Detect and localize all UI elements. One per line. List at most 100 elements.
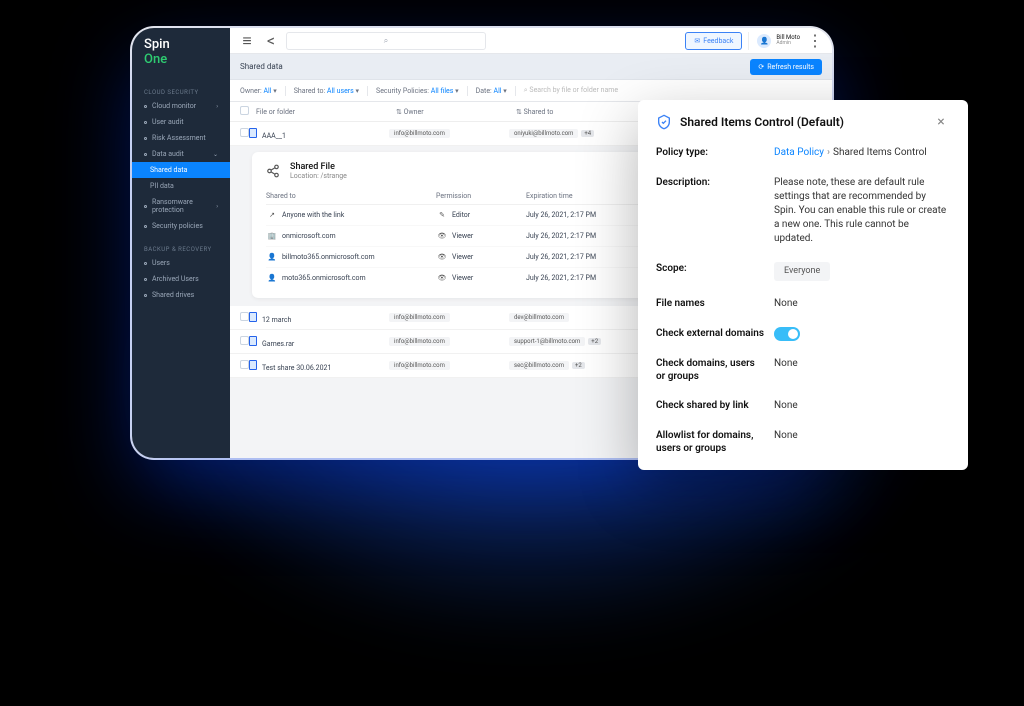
link-icon: ↗	[266, 211, 278, 219]
doc-icon	[249, 312, 257, 322]
shared-chip: support-1@billmoto.com	[509, 337, 585, 346]
sidebar-item-shared-data[interactable]: Shared data	[132, 162, 230, 178]
label-description: Description:	[656, 176, 764, 189]
sidebar-item-risk-assessment[interactable]: Risk Assessment	[132, 130, 230, 146]
chevron-right-icon: ›	[216, 203, 218, 210]
dot-icon	[144, 205, 147, 208]
value-check-shared-link: None	[774, 399, 950, 413]
label-allowlist: Allowlist for domains, users or groups	[656, 429, 764, 455]
dot-icon	[144, 262, 147, 265]
sidebar-item-security-policies[interactable]: Security policies	[132, 218, 230, 234]
share-icon[interactable]: <	[262, 32, 280, 50]
chevron-right-icon: ›	[216, 103, 218, 110]
value-file-names: None	[774, 297, 950, 311]
card-title: Shared File	[290, 162, 347, 172]
crumb-data-policy[interactable]: Data Policy	[774, 147, 824, 158]
breadcrumb: Data Policy›Shared Items Control	[774, 146, 950, 160]
sidebar: SpinOne CLOUD SECURITY Cloud monitor› Us…	[132, 28, 230, 458]
card-col-permission: Permission	[436, 192, 526, 200]
col-owner[interactable]: ⇅ Owner	[396, 108, 516, 116]
search-input[interactable]: ⌕	[286, 32, 486, 50]
count-badge: +2	[588, 338, 601, 345]
sidebar-item-users[interactable]: Users	[132, 255, 230, 271]
dot-icon	[144, 278, 147, 281]
filter-bar: Owner: All ▾ Shared to: All users ▾ Secu…	[230, 80, 832, 102]
sidebar-item-pii-data[interactable]: PII data	[132, 178, 230, 194]
owner-chip: info@billmoto.com	[389, 313, 450, 322]
count-badge: +2	[572, 362, 585, 369]
label-policy-type: Policy type:	[656, 146, 764, 159]
checkbox[interactable]	[240, 336, 249, 345]
dot-icon	[144, 225, 147, 228]
sidebar-item-cloud-monitor[interactable]: Cloud monitor›	[132, 98, 230, 114]
col-file[interactable]: File or folder	[256, 108, 396, 116]
more-icon[interactable]: ⋮	[806, 32, 824, 50]
eye-icon: 👁	[436, 253, 448, 261]
dot-icon	[144, 121, 147, 124]
label-check-shared-link: Check shared by link	[656, 399, 764, 412]
policy-panel: Shared Items Control (Default) × Policy …	[638, 100, 968, 470]
checkbox[interactable]	[240, 128, 249, 137]
sidebar-item-shared-drives[interactable]: Shared drives	[132, 287, 230, 303]
sidebar-item-data-audit[interactable]: Data audit⌄	[132, 146, 230, 162]
person-icon: 👤	[266, 274, 278, 282]
refresh-button[interactable]: ⟳Refresh results	[750, 59, 822, 75]
user-role: Admin	[776, 41, 800, 46]
shield-icon	[656, 114, 672, 130]
checkbox[interactable]	[240, 312, 249, 321]
eye-icon: 👁	[436, 232, 448, 240]
label-scope: Scope:	[656, 262, 764, 275]
filter-owner[interactable]: Owner: All ▾	[240, 87, 277, 95]
edit-icon: ✎	[436, 211, 448, 219]
page-title: Shared data	[240, 62, 283, 71]
sidebar-item-user-audit[interactable]: User audit	[132, 114, 230, 130]
shared-chip: sec@billmoto.com	[509, 361, 569, 370]
shared-chip: dev@billmoto.com	[509, 313, 569, 322]
page-header: Shared data ⟳Refresh results	[230, 54, 832, 80]
avatar: 👤	[757, 34, 771, 48]
sidebar-item-archived-users[interactable]: Archived Users	[132, 271, 230, 287]
value-check-domains: None	[774, 357, 950, 371]
panel-title: Shared Items Control (Default)	[680, 115, 924, 129]
owner-chip: info@billmoto.com	[389, 129, 450, 138]
checkbox[interactable]	[240, 360, 249, 369]
checkbox-all[interactable]	[240, 106, 249, 115]
search-icon: ⌕	[384, 36, 388, 46]
label-file-names: File names	[656, 297, 764, 310]
card-col-shared-to: Shared to	[266, 192, 436, 200]
filter-policies[interactable]: Security Policies: All files ▾	[376, 87, 459, 95]
menu-icon[interactable]: ≡	[238, 32, 256, 50]
domain-icon: 🏢	[266, 232, 278, 240]
card-location: Location: /strange	[290, 172, 347, 180]
toggle-check-external[interactable]	[774, 327, 800, 341]
refresh-icon: ⟳	[758, 63, 764, 71]
feedback-button[interactable]: ✉Feedback	[685, 32, 742, 50]
eye-icon: 👁	[436, 274, 448, 282]
label-check-domains: Check domains, users or groups	[656, 357, 764, 383]
share-icon	[266, 164, 280, 178]
dot-icon	[144, 137, 147, 140]
doc-icon	[249, 336, 257, 346]
sidebar-section-cloud-security: CLOUD SECURITY	[132, 85, 230, 98]
value-description: Please note, these are default rule sett…	[774, 176, 950, 246]
owner-chip: info@billmoto.com	[389, 361, 450, 370]
owner-chip: info@billmoto.com	[389, 337, 450, 346]
filter-date[interactable]: Date: All ▾	[476, 87, 507, 95]
shared-chip: oniyuki@billmoto.com	[509, 129, 578, 138]
filter-search[interactable]: ⌕ Search by file or folder name	[524, 86, 618, 95]
chevron-down-icon: ⌄	[213, 151, 218, 158]
dot-icon	[144, 294, 147, 297]
doc-icon	[249, 128, 257, 138]
dot-icon	[144, 105, 147, 108]
value-allowlist: None	[774, 429, 950, 443]
user-menu[interactable]: 👤 Bill Moto Admin	[748, 32, 800, 50]
filter-shared-to[interactable]: Shared to: All users ▾	[294, 87, 359, 95]
brand-logo: SpinOne	[132, 28, 230, 81]
label-check-external: Check external domains	[656, 327, 764, 340]
sidebar-item-ransomware[interactable]: Ransomware protection›	[132, 194, 230, 218]
person-icon: 👤	[266, 253, 278, 261]
close-icon[interactable]: ×	[932, 114, 950, 130]
sidebar-section-backup: BACKUP & RECOVERY	[132, 242, 230, 255]
dot-icon	[144, 153, 147, 156]
scope-pill[interactable]: Everyone	[774, 262, 830, 281]
